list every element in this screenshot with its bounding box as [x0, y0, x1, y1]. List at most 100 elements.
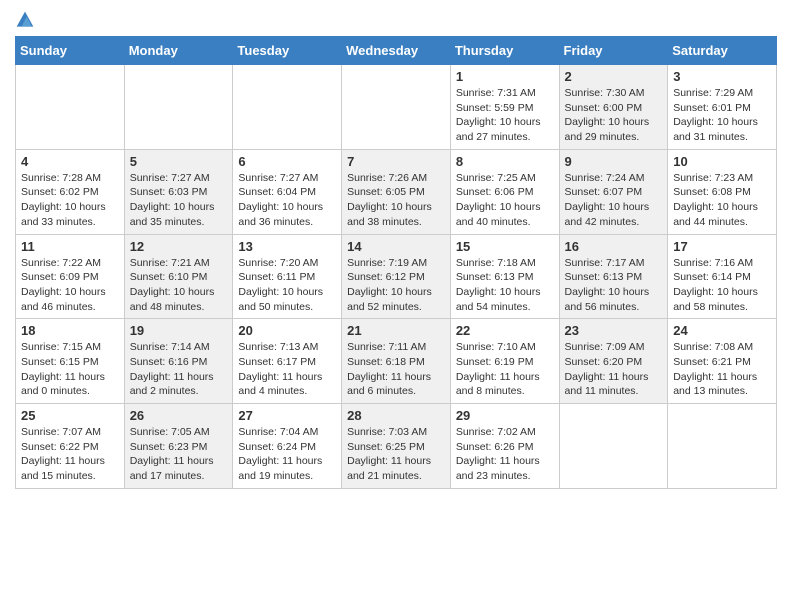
- day-info: Sunrise: 7:20 AM Sunset: 6:11 PM Dayligh…: [238, 256, 336, 315]
- day-info: Sunrise: 7:07 AM Sunset: 6:22 PM Dayligh…: [21, 425, 119, 484]
- day-number: 3: [673, 69, 771, 84]
- day-number: 7: [347, 154, 445, 169]
- day-info: Sunrise: 7:14 AM Sunset: 6:16 PM Dayligh…: [130, 340, 228, 399]
- day-info: Sunrise: 7:28 AM Sunset: 6:02 PM Dayligh…: [21, 171, 119, 230]
- calendar-cell: 7 Sunrise: 7:26 AM Sunset: 6:05 PM Daylig…: [342, 149, 451, 234]
- day-info: Sunrise: 7:24 AM Sunset: 6:07 PM Dayligh…: [565, 171, 663, 230]
- calendar-cell: 1 Sunrise: 7:31 AM Sunset: 5:59 PM Daylig…: [450, 65, 559, 150]
- day-number: 4: [21, 154, 119, 169]
- day-number: 27: [238, 408, 336, 423]
- calendar-cell: 3 Sunrise: 7:29 AM Sunset: 6:01 PM Daylig…: [668, 65, 777, 150]
- day-number: 20: [238, 323, 336, 338]
- day-info: Sunrise: 7:15 AM Sunset: 6:15 PM Dayligh…: [21, 340, 119, 399]
- day-info: Sunrise: 7:17 AM Sunset: 6:13 PM Dayligh…: [565, 256, 663, 315]
- day-number: 19: [130, 323, 228, 338]
- day-info: Sunrise: 7:27 AM Sunset: 6:04 PM Dayligh…: [238, 171, 336, 230]
- calendar-cell: 8 Sunrise: 7:25 AM Sunset: 6:06 PM Daylig…: [450, 149, 559, 234]
- day-info: Sunrise: 7:13 AM Sunset: 6:17 PM Dayligh…: [238, 340, 336, 399]
- day-number: 24: [673, 323, 771, 338]
- calendar-cell: 29 Sunrise: 7:02 AM Sunset: 6:26 PM Dayli…: [450, 404, 559, 489]
- calendar-cell: 19 Sunrise: 7:14 AM Sunset: 6:16 PM Dayli…: [124, 319, 233, 404]
- calendar-cell: 25 Sunrise: 7:07 AM Sunset: 6:22 PM Dayli…: [16, 404, 125, 489]
- calendar-cell: 6 Sunrise: 7:27 AM Sunset: 6:04 PM Daylig…: [233, 149, 342, 234]
- calendar-cell: 20 Sunrise: 7:13 AM Sunset: 6:17 PM Dayli…: [233, 319, 342, 404]
- day-info: Sunrise: 7:18 AM Sunset: 6:13 PM Dayligh…: [456, 256, 554, 315]
- calendar-cell: 9Sunrise: 7:24 AM Sunset: 6:07 PM Daylig…: [559, 149, 668, 234]
- day-number: 28: [347, 408, 445, 423]
- day-number: 23: [565, 323, 663, 338]
- calendar-header-row: SundayMondayTuesdayWednesdayThursdayFrid…: [16, 37, 777, 65]
- day-info: Sunrise: 7:05 AM Sunset: 6:23 PM Dayligh…: [130, 425, 228, 484]
- day-number: 13: [238, 239, 336, 254]
- calendar-cell: 28 Sunrise: 7:03 AM Sunset: 6:25 PM Dayli…: [342, 404, 451, 489]
- day-number: 11: [21, 239, 119, 254]
- calendar-cell: 23 Sunrise: 7:09 AM Sunset: 6:20 PM Dayli…: [559, 319, 668, 404]
- day-header-sunday: Sunday: [16, 37, 125, 65]
- day-info: Sunrise: 7:16 AM Sunset: 6:14 PM Dayligh…: [673, 256, 771, 315]
- day-info: Sunrise: 7:30 AM Sunset: 6:00 PM Dayligh…: [565, 86, 663, 145]
- day-info: Sunrise: 7:21 AM Sunset: 6:10 PM Dayligh…: [130, 256, 228, 315]
- day-number: 18: [21, 323, 119, 338]
- day-number: 14: [347, 239, 445, 254]
- calendar-cell: 22Sunrise: 7:10 AM Sunset: 6:19 PM Dayli…: [450, 319, 559, 404]
- day-info: Sunrise: 7:22 AM Sunset: 6:09 PM Dayligh…: [21, 256, 119, 315]
- calendar-cell: [559, 404, 668, 489]
- day-info: Sunrise: 7:27 AM Sunset: 6:03 PM Dayligh…: [130, 171, 228, 230]
- day-number: 10: [673, 154, 771, 169]
- day-number: 25: [21, 408, 119, 423]
- day-number: 12: [130, 239, 228, 254]
- calendar-cell: 24 Sunrise: 7:08 AM Sunset: 6:21 PM Dayli…: [668, 319, 777, 404]
- day-number: 5: [130, 154, 228, 169]
- calendar-cell: 16 Sunrise: 7:17 AM Sunset: 6:13 PM Dayli…: [559, 234, 668, 319]
- day-info: Sunrise: 7:23 AM Sunset: 6:08 PM Dayligh…: [673, 171, 771, 230]
- day-number: 26: [130, 408, 228, 423]
- day-number: 29: [456, 408, 554, 423]
- day-info: Sunrise: 7:08 AM Sunset: 6:21 PM Dayligh…: [673, 340, 771, 399]
- calendar-cell: 15 Sunrise: 7:18 AM Sunset: 6:13 PM Dayli…: [450, 234, 559, 319]
- day-header-thursday: Thursday: [450, 37, 559, 65]
- calendar-cell: 10 Sunrise: 7:23 AM Sunset: 6:08 PM Dayli…: [668, 149, 777, 234]
- day-number: 22: [456, 323, 554, 338]
- calendar-cell: 17 Sunrise: 7:16 AM Sunset: 6:14 PM Dayli…: [668, 234, 777, 319]
- calendar-cell: 11 Sunrise: 7:22 AM Sunset: 6:09 PM Dayli…: [16, 234, 125, 319]
- calendar-week-row: 18 Sunrise: 7:15 AM Sunset: 6:15 PM Dayli…: [16, 319, 777, 404]
- calendar-cell: [342, 65, 451, 150]
- day-number: 1: [456, 69, 554, 84]
- day-info: Sunrise: 7:25 AM Sunset: 6:06 PM Dayligh…: [456, 171, 554, 230]
- calendar-cell: 26 Sunrise: 7:05 AM Sunset: 6:23 PM Dayli…: [124, 404, 233, 489]
- logo-icon: [15, 10, 35, 30]
- calendar-table: SundayMondayTuesdayWednesdayThursdayFrid…: [15, 36, 777, 489]
- day-number: 16: [565, 239, 663, 254]
- calendar-week-row: 11 Sunrise: 7:22 AM Sunset: 6:09 PM Dayli…: [16, 234, 777, 319]
- day-number: 15: [456, 239, 554, 254]
- day-info: Sunrise: 7:03 AM Sunset: 6:25 PM Dayligh…: [347, 425, 445, 484]
- day-number: 21: [347, 323, 445, 338]
- calendar-cell: 27Sunrise: 7:04 AM Sunset: 6:24 PM Dayli…: [233, 404, 342, 489]
- day-info: Sunrise: 7:19 AM Sunset: 6:12 PM Dayligh…: [347, 256, 445, 315]
- calendar-cell: 14 Sunrise: 7:19 AM Sunset: 6:12 PM Dayli…: [342, 234, 451, 319]
- day-info: Sunrise: 7:09 AM Sunset: 6:20 PM Dayligh…: [565, 340, 663, 399]
- day-header-saturday: Saturday: [668, 37, 777, 65]
- day-info: Sunrise: 7:02 AM Sunset: 6:26 PM Dayligh…: [456, 425, 554, 484]
- day-number: 8: [456, 154, 554, 169]
- logo: [15, 10, 39, 30]
- calendar-cell: 4 Sunrise: 7:28 AM Sunset: 6:02 PM Daylig…: [16, 149, 125, 234]
- calendar-cell: 21Sunrise: 7:11 AM Sunset: 6:18 PM Dayli…: [342, 319, 451, 404]
- calendar-week-row: 4 Sunrise: 7:28 AM Sunset: 6:02 PM Daylig…: [16, 149, 777, 234]
- page-header: [15, 10, 777, 30]
- day-header-tuesday: Tuesday: [233, 37, 342, 65]
- day-info: Sunrise: 7:26 AM Sunset: 6:05 PM Dayligh…: [347, 171, 445, 230]
- calendar-cell: 12 Sunrise: 7:21 AM Sunset: 6:10 PM Dayli…: [124, 234, 233, 319]
- day-number: 17: [673, 239, 771, 254]
- calendar-week-row: 25 Sunrise: 7:07 AM Sunset: 6:22 PM Dayli…: [16, 404, 777, 489]
- day-header-monday: Monday: [124, 37, 233, 65]
- day-header-friday: Friday: [559, 37, 668, 65]
- calendar-cell: [16, 65, 125, 150]
- day-number: 6: [238, 154, 336, 169]
- calendar-cell: [233, 65, 342, 150]
- calendar-cell: [668, 404, 777, 489]
- day-info: Sunrise: 7:31 AM Sunset: 5:59 PM Dayligh…: [456, 86, 554, 145]
- calendar-cell: 5 Sunrise: 7:27 AM Sunset: 6:03 PM Daylig…: [124, 149, 233, 234]
- day-info: Sunrise: 7:29 AM Sunset: 6:01 PM Dayligh…: [673, 86, 771, 145]
- calendar-cell: 2Sunrise: 7:30 AM Sunset: 6:00 PM Daylig…: [559, 65, 668, 150]
